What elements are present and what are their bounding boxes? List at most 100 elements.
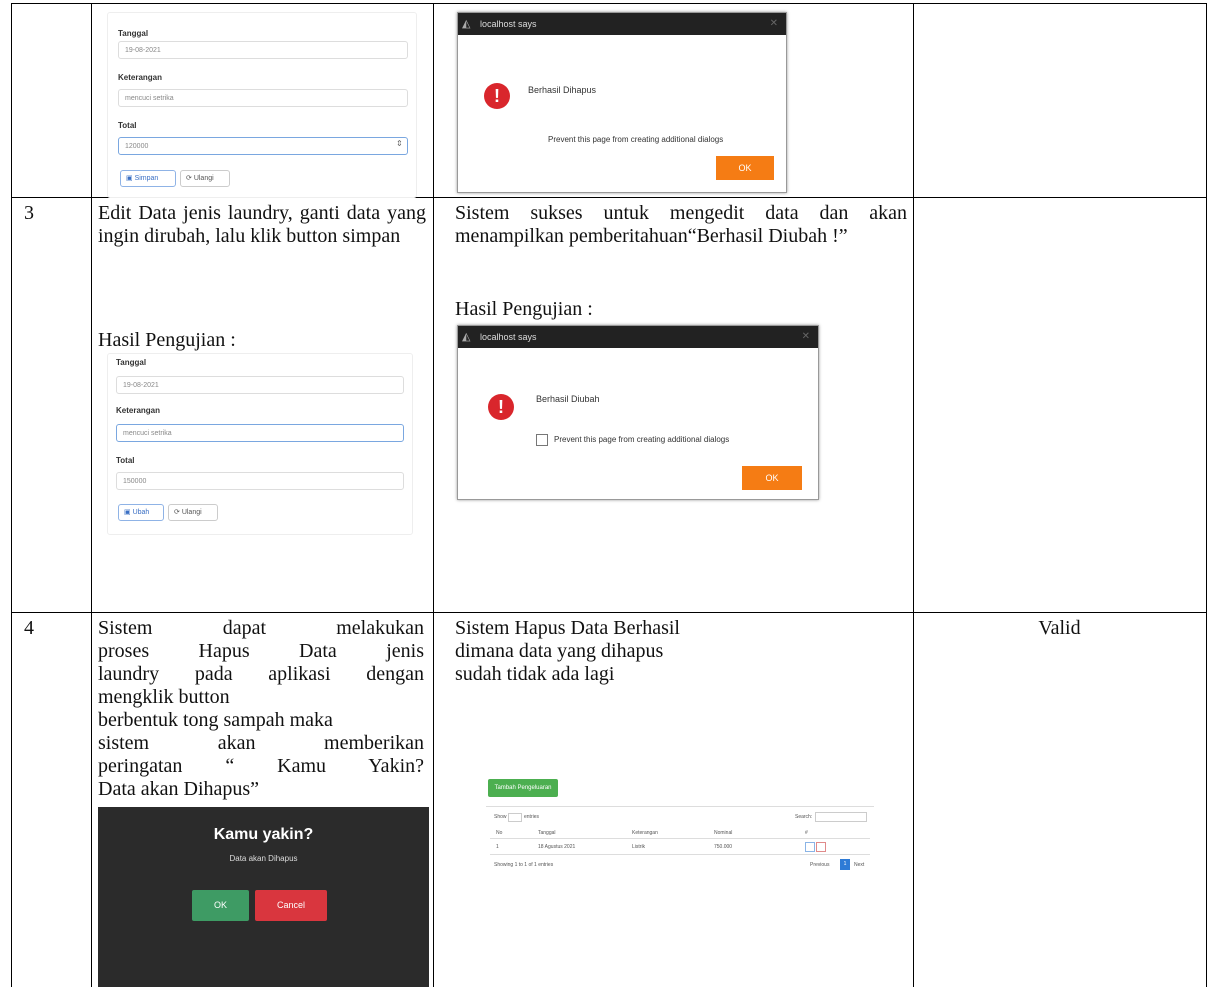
- page-1-button[interactable]: 1: [840, 859, 850, 870]
- row4-step-line: peringatan “ Kamu Yakin?: [98, 755, 424, 777]
- row3-expected-text: Sistem sukses untuk mengedit data dan ak…: [455, 202, 907, 247]
- spinner-icon[interactable]: ⇕: [396, 139, 403, 148]
- row-cell-keterangan: Listrik: [632, 844, 646, 850]
- field-label-keterangan: Keterangan: [116, 406, 161, 415]
- header-divider: [490, 838, 870, 839]
- ubah-button[interactable]: ▣ Ubah: [118, 504, 164, 521]
- error-icon: !: [484, 83, 510, 109]
- edit-icon[interactable]: [805, 842, 815, 852]
- app-icon: ◭: [462, 331, 471, 343]
- ulangi-button[interactable]: ⟳ Ulangi: [168, 504, 218, 521]
- row4-expected-line: sudah tidak ada lagi: [455, 663, 615, 685]
- form-screenshot-top: Tanggal 19-08-2021 Keterangan mencuci se…: [107, 12, 417, 198]
- field-input-keterangan[interactable]: mencuci setrika: [116, 424, 404, 442]
- next-link[interactable]: Next: [854, 862, 864, 868]
- ok-button[interactable]: OK: [742, 466, 802, 490]
- row4-step-line: mengklik button: [98, 686, 230, 708]
- simpan-button[interactable]: ▣ Simpan: [120, 170, 176, 187]
- table-screenshot: Tambah Pengeluaran Show entries Search: …: [480, 770, 880, 880]
- col-line-3: [913, 3, 914, 987]
- dialog-titlebar: ◭ localhost says ✕: [458, 13, 786, 35]
- col-header-tanggal: Tanggal: [538, 830, 556, 836]
- entries-select[interactable]: [508, 813, 522, 822]
- dialog-titlebar: ◭ localhost says ✕: [458, 326, 818, 348]
- row4-expected-line: dimana data yang dihapus: [455, 640, 664, 662]
- refresh-icon: ⟳: [174, 509, 182, 516]
- row4-step-line: Sistem dapat melakukan: [98, 617, 424, 639]
- field-label-tanggal: Tanggal: [116, 358, 147, 367]
- row-cell-nominal: 750.000: [714, 844, 733, 850]
- col-line-2: [433, 3, 434, 987]
- showing-entries-text: Showing 1 to 1 of 1 entries: [494, 862, 554, 868]
- form-screenshot-edit: Tanggal 19-08-2021 Keterangan mencuci se…: [107, 353, 413, 535]
- prevent-dialogs-checkbox[interactable]: [536, 434, 548, 446]
- row3-number: 3: [24, 202, 34, 224]
- field-input-total[interactable]: 120000: [118, 137, 408, 155]
- floppy-icon: ▣: [126, 175, 135, 182]
- search-input[interactable]: [815, 812, 867, 822]
- dialog-message: Berhasil Diubah: [536, 394, 600, 404]
- row4-step-line: berbentuk tong sampah maka: [98, 709, 333, 731]
- field-label-tanggal: Tanggal: [118, 29, 149, 38]
- col-line-1: [91, 3, 92, 987]
- dialog-title: localhost says: [480, 19, 537, 29]
- search-label: Search:: [795, 814, 813, 820]
- field-label-total: Total: [118, 121, 137, 130]
- col-header-action: #: [805, 830, 808, 836]
- field-input-keterangan[interactable]: mencuci setrika: [118, 89, 408, 107]
- prevent-dialogs-label: Prevent this page from creating addition…: [554, 435, 730, 444]
- row3-step-result-label: Hasil Pengujian :: [98, 329, 236, 351]
- row-cell-no: 1: [496, 844, 499, 850]
- table-border-top: [11, 3, 1207, 4]
- row-cell-tanggal: 18 Agustus 2021: [538, 844, 576, 850]
- row4-step-line: laundry pada aplikasi dengan: [98, 663, 424, 685]
- col-header-nominal: Nominal: [714, 830, 733, 836]
- confirm-text: Data akan Dihapus: [229, 854, 298, 863]
- entries-label: entries: [524, 814, 540, 820]
- ulangi-button-label: Ulangi: [181, 509, 202, 516]
- add-pengeluaran-button[interactable]: Tambah Pengeluaran: [488, 779, 558, 797]
- field-input-tanggal[interactable]: 19-08-2021: [118, 41, 408, 59]
- trash-icon[interactable]: [816, 842, 826, 852]
- row4-status: Valid: [1038, 617, 1081, 639]
- alert-dialog-top: ◭ localhost says ✕ ! Berhasil Dihapus Pr…: [457, 12, 787, 193]
- row3-step-text: Edit Data jenis laundry, ganti data yang…: [98, 202, 426, 247]
- simpan-button-label: Simpan: [134, 175, 159, 182]
- prevent-dialogs-label[interactable]: Prevent this page from creating addition…: [548, 135, 723, 144]
- confirm-dialog-screenshot: Kamu yakin? Data akan Dihapus OK Cancel: [98, 807, 429, 987]
- refresh-icon: ⟳: [186, 175, 194, 182]
- show-label: Show: [494, 814, 507, 820]
- row4-number: 4: [24, 617, 34, 639]
- row-divider: [490, 854, 870, 855]
- dialog-message: Berhasil Dihapus: [528, 85, 597, 95]
- field-input-tanggal[interactable]: 19-08-2021: [116, 376, 404, 394]
- col-header-no: No: [496, 830, 503, 836]
- app-icon: ◭: [462, 18, 471, 30]
- error-icon: !: [488, 394, 514, 420]
- field-label-keterangan: Keterangan: [118, 73, 163, 82]
- field-input-total[interactable]: 150000: [116, 472, 404, 490]
- ubah-button-label: Ubah: [132, 509, 150, 516]
- field-label-total: Total: [116, 456, 135, 465]
- panel-divider: [486, 806, 874, 807]
- dialog-title: localhost says: [480, 332, 537, 342]
- previous-link[interactable]: Previous: [810, 862, 829, 868]
- col-header-keterangan: Keterangan: [632, 830, 658, 836]
- confirm-cancel-button[interactable]: Cancel: [255, 890, 327, 921]
- ulangi-button-label: Ulangi: [193, 175, 214, 182]
- row4-step-line: proses Hapus Data jenis: [98, 640, 424, 662]
- row-divider-4: [11, 612, 1207, 613]
- floppy-icon: ▣: [124, 509, 133, 516]
- row3-expected-result-label: Hasil Pengujian :: [455, 298, 593, 320]
- alert-dialog-edit: ◭ localhost says ✕ ! Berhasil Diubah Pre…: [457, 325, 819, 500]
- confirm-ok-button[interactable]: OK: [192, 890, 249, 921]
- confirm-title: Kamu yakin?: [213, 826, 314, 843]
- col-line-0: [11, 3, 12, 987]
- ulangi-button[interactable]: ⟳ Ulangi: [180, 170, 230, 187]
- close-icon[interactable]: ✕: [802, 326, 810, 348]
- row4-expected-line: Sistem Hapus Data Berhasil: [455, 617, 680, 639]
- row4-step-line: sistem akan memberikan: [98, 732, 424, 754]
- ok-button[interactable]: OK: [716, 156, 774, 180]
- close-icon[interactable]: ✕: [770, 13, 778, 35]
- row4-step-line: Data akan Dihapus”: [98, 778, 260, 800]
